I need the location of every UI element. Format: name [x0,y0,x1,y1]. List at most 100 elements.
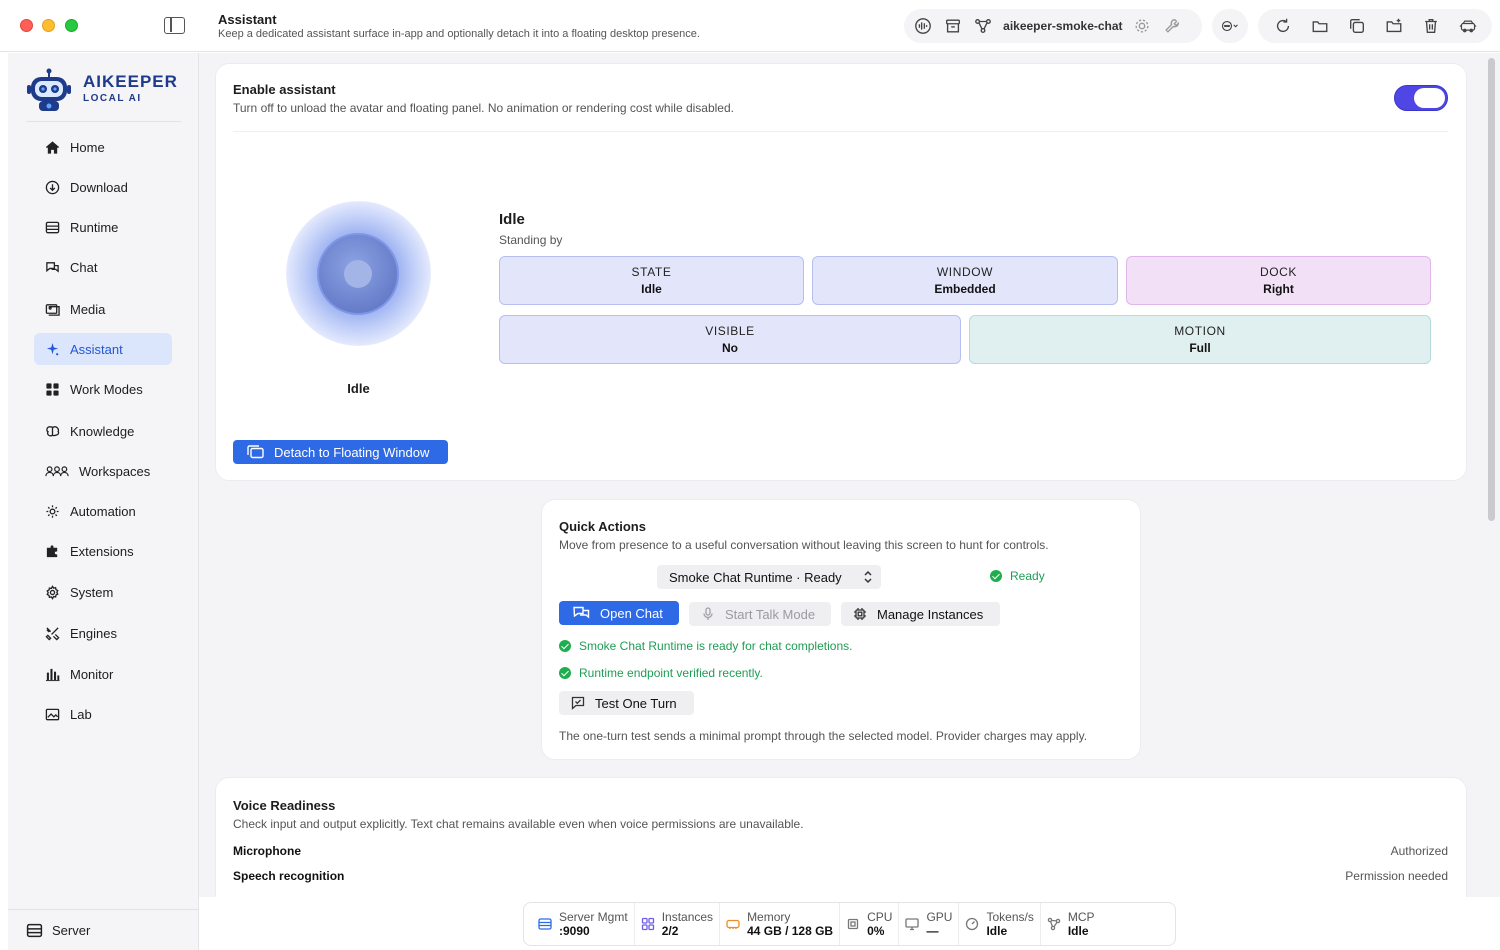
sidebar-item-home[interactable]: Home [34,131,172,163]
check-circle-icon [559,667,571,679]
home-icon [44,139,61,156]
sidebar-item-system[interactable]: System [34,576,172,608]
enable-assistant-toggle[interactable] [1394,85,1448,111]
active-model-name[interactable]: aikeeper-smoke-chat [1003,19,1122,33]
close-window-button[interactable] [20,19,33,32]
runtime-icon [44,219,61,236]
divider [233,131,1448,132]
sidebar-item-label: Media [70,301,106,317]
status-memory[interactable]: Memory 44 GB / 128 GB [720,903,841,945]
zoom-window-button[interactable] [65,19,78,32]
sidebar: AIKEEPER LOCAL AI Home Download Runtime … [8,53,199,950]
detach-floating-window-button[interactable]: Detach to Floating Window [233,440,448,464]
puzzle-icon [44,543,61,560]
chat-bubbles-icon [573,606,590,620]
sidebar-item-label: Extensions [70,543,134,559]
folder-add-icon[interactable] [1382,14,1406,38]
sidebar-item-monitor[interactable]: Monitor [34,658,172,690]
main-scrollbar[interactable] [1488,58,1495,521]
status-server-mgmt[interactable]: Server Mgmt:9090 [532,903,635,945]
automation-icon [44,503,61,520]
archive-icon[interactable] [944,14,963,38]
sidebar-item-lab[interactable]: Lab [34,698,172,730]
chat-check-icon [571,696,585,710]
quick-actions-subtitle: Move from presence to a useful conversat… [559,538,1049,552]
sidebar-item-label: Knowledge [70,423,135,439]
status-label: Server Mgmt [559,910,628,924]
stat-value: No [722,341,738,355]
server-icon [538,917,552,931]
status-mcp[interactable]: MCP Idle [1041,903,1101,945]
network-icon[interactable] [973,14,992,38]
page-subtitle: Keep a dedicated assistant surface in-ap… [218,28,700,40]
stat-label: DOCK [1259,265,1298,279]
minimize-window-button[interactable] [42,19,55,32]
toggle-knob [1414,88,1445,108]
status-label: MCP [1067,910,1095,924]
wrench-icon[interactable] [1162,14,1181,38]
voice-readiness-subtitle: Check input and output explicitly. Text … [233,817,804,831]
sidebar-item-extensions[interactable]: Extensions [34,535,172,567]
sidebar-footer-server[interactable]: Server [8,909,198,950]
assistant-card: Enable assistant Turn off to unload the … [215,63,1467,481]
check-circle-icon [990,570,1002,582]
up-down-chevron-icon [864,570,872,584]
sidebar-item-workspaces[interactable]: Workspaces [34,455,172,487]
sidebar-item-media[interactable]: Media [34,293,172,325]
test-turn-note: The one-turn test sends a minimal prompt… [559,729,1088,743]
sidebar-toggle-icon[interactable] [164,17,185,34]
refresh-icon[interactable] [1271,14,1295,38]
open-chat-button[interactable]: Open Chat [559,601,679,625]
action-toolbar [1258,9,1492,43]
waveform-icon[interactable] [914,14,933,38]
sidebar-item-label: Engines [70,625,117,641]
status-instances[interactable]: Instances 2/2 [635,903,721,945]
stat-value: Right [1263,282,1294,296]
model-settings-icon[interactable] [1133,14,1152,38]
stat-window: WINDOW Embedded [812,256,1118,305]
sidebar-item-knowledge[interactable]: Knowledge [34,415,172,447]
more-menu-button[interactable] [1212,9,1248,43]
manage-instances-button[interactable]: Manage Instances [841,602,1000,626]
sidebar-item-chat[interactable]: Chat [34,251,172,283]
trash-icon[interactable] [1419,14,1443,38]
tools-icon [44,625,61,642]
button-label: Start Talk Mode [725,606,816,622]
engine-icon[interactable] [1456,14,1480,38]
status-label: Memory [747,910,791,924]
stat-visible: VISIBLE No [499,315,961,364]
sidebar-item-runtime[interactable]: Runtime [34,211,172,243]
voice-row-value: Authorized [1390,844,1448,858]
server-icon [26,922,43,939]
duplicate-icon[interactable] [1345,14,1369,38]
sidebar-item-work-modes[interactable]: Work Modes [34,373,172,405]
status-bar: Server Mgmt:9090 Instances 2/2 Memory 44 G… [523,902,1176,946]
check-text: Smoke Chat Runtime is ready for chat com… [579,639,853,653]
sidebar-item-label: Download [70,179,128,195]
voice-row-speech-recognition: Speech recognition Permission needed [233,869,1448,883]
sidebar-item-label: System [70,584,114,600]
start-talk-mode-button[interactable]: Start Talk Mode [689,602,831,626]
folder-icon[interactable] [1308,14,1332,38]
enable-assistant-subtitle: Turn off to unload the avatar and floati… [233,101,734,115]
sidebar-item-engines[interactable]: Engines [34,617,172,649]
state-title: Idle [499,211,525,228]
status-cpu[interactable]: CPU 0% [840,903,900,945]
sidebar-item-assistant[interactable]: Assistant [34,333,172,365]
voice-row-label: Microphone [233,844,301,858]
media-icon [44,301,61,318]
chat-icon [44,259,61,276]
test-one-turn-button[interactable]: Test One Turn [559,691,694,715]
runtime-select[interactable]: Smoke Chat Runtime · Ready [657,565,881,589]
sidebar-item-label: Workspaces [79,463,151,479]
check-text: Runtime endpoint verified recently. [579,666,763,680]
status-gpu[interactable]: GPU — [899,903,960,945]
page-title: Assistant [218,12,277,27]
sidebar-item-download[interactable]: Download [34,171,172,203]
status-label: GPU [926,910,953,924]
sidebar-item-automation[interactable]: Automation [34,495,172,527]
sidebar-item-label: Automation [70,503,136,519]
ellipsis-circle-icon [1218,14,1242,38]
status-tokens[interactable]: Tokens/s Idle [959,903,1041,945]
chip-icon [853,607,867,621]
